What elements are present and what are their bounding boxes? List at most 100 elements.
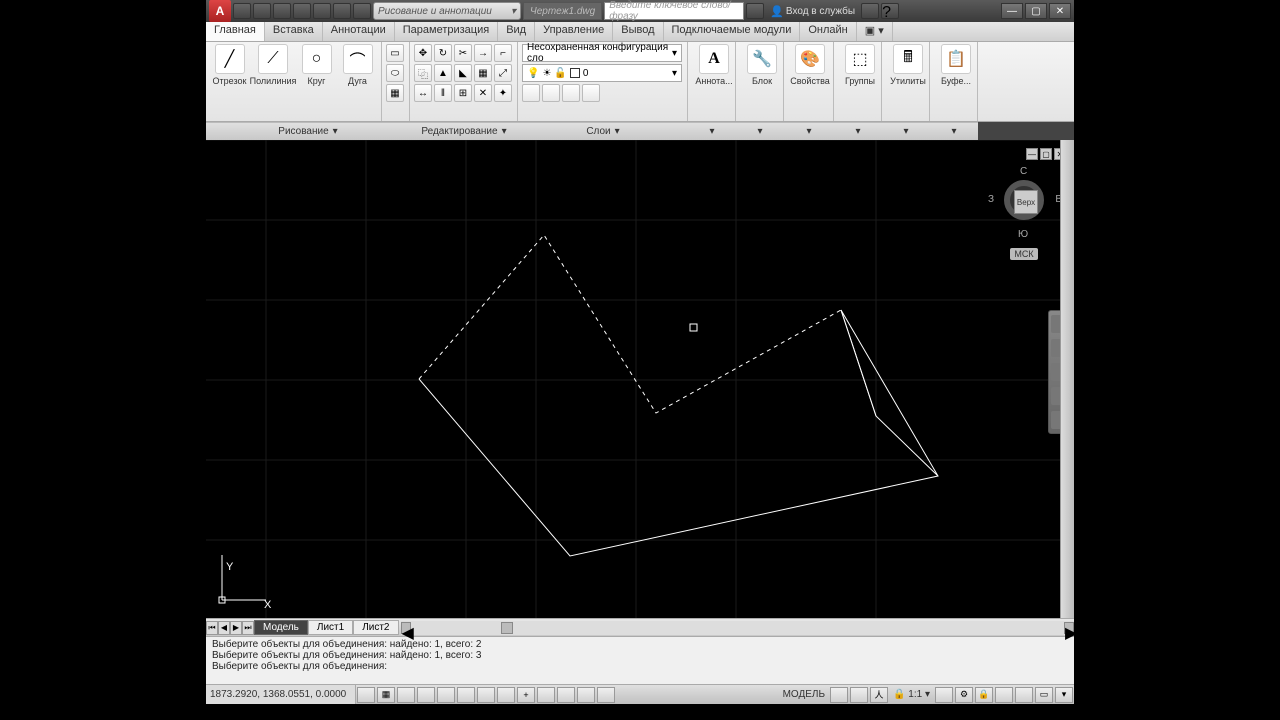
drawing-canvas[interactable]: Y X — ▢ ✕ Верх С З В Ю МСК [206,140,1074,618]
sb-polar-icon[interactable] [417,687,435,703]
minimize-button[interactable]: — [1001,3,1023,19]
tool-properties[interactable]: 🎨Свойства [788,44,832,86]
coordinates-display[interactable]: 1873.2920, 1368.0551, 0.0000 [206,685,356,704]
panel-title-properties[interactable]: ▾ [784,122,834,140]
tool-explode-icon[interactable]: ✦ [494,84,512,102]
panel-title-block[interactable]: ▾ [736,122,784,140]
tool-clipboard[interactable]: 📋Буфе... [934,44,978,86]
tool-extend-icon[interactable]: → [474,44,492,62]
sb-osnap-icon[interactable] [437,687,455,703]
tool-block[interactable]: 🔧Блок [740,44,784,86]
tool-polyline[interactable]: ⟋Полилиния [251,44,295,119]
sb-qp-icon[interactable] [577,687,595,703]
tool-rect-icon[interactable]: ▭ [386,44,404,62]
x-icon[interactable] [861,3,879,19]
model-space-button[interactable]: МОДЕЛЬ [779,689,829,700]
tab-insert[interactable]: Вставка [265,22,323,41]
tool-chamfer-icon[interactable]: ◣ [454,64,472,82]
sb-tpy-icon[interactable] [557,687,575,703]
sb-otrack-icon[interactable] [477,687,495,703]
sb-hw-icon[interactable] [995,687,1013,703]
sb-iso-icon[interactable] [1015,687,1033,703]
tab-online[interactable]: Онлайн [800,22,856,41]
tab-view[interactable]: Вид [498,22,535,41]
tool-array2-icon[interactable]: ⊞ [454,84,472,102]
sb-dyn-icon[interactable]: + [517,687,535,703]
sb-annoscale-icon[interactable]: 人 [870,687,888,703]
tool-groups[interactable]: ⬚Группы [838,44,882,86]
drawing-polyline[interactable] [419,310,938,556]
tab-expand[interactable]: ▣ ▾ [857,22,893,41]
maximize-button[interactable]: ▢ [1025,3,1047,19]
tool-text[interactable]: AАннота... [692,44,736,86]
qat-print-icon[interactable] [313,3,331,19]
sb-3dosnap-icon[interactable] [457,687,475,703]
exchange-icon[interactable] [746,3,764,19]
command-window[interactable]: Выберите объекты для объединения: найден… [206,636,1074,684]
viewcube[interactable]: Верх С З В Ю МСК [994,170,1054,250]
selected-polyline[interactable] [419,235,841,413]
layer-selector[interactable]: 💡☀🔓0▾ [522,64,682,82]
sheet2-tab[interactable]: Лист2 [353,620,398,635]
viewcube-south[interactable]: Ю [1018,229,1028,240]
search-input[interactable]: Введите ключевое слово/фразу [604,2,744,20]
tool-fillet-icon[interactable]: ⌐ [494,44,512,62]
panel-title-clipboard[interactable]: ▾ [930,122,978,140]
layer-tool2-icon[interactable] [542,84,560,102]
sb-lwt-icon[interactable] [537,687,555,703]
tool-trim-icon[interactable]: ✂ [454,44,472,62]
horizontal-scrollbar[interactable]: ◀ ▶ [401,621,1075,635]
tool-arc[interactable]: ⌒Дуга [338,44,377,119]
tool-circle[interactable]: ○Круг [297,44,336,119]
close-button[interactable]: ✕ [1049,3,1071,19]
tool-array-icon[interactable]: ▦ [474,64,492,82]
vertical-scrollbar[interactable] [1060,140,1074,618]
layer-tool1-icon[interactable] [522,84,540,102]
help-icon[interactable]: ? [881,3,899,19]
qat-new-icon[interactable] [233,3,251,19]
viewcube-face[interactable]: Верх [1014,190,1038,214]
document-tab[interactable]: Чертеж1.dwg [523,2,602,20]
tool-offset-icon[interactable]: ‖ [434,84,452,102]
tool-erase-icon[interactable]: ✕ [474,84,492,102]
sb-ducs-icon[interactable] [497,687,515,703]
tool-stretch-icon[interactable]: ↔ [414,84,432,102]
panel-title-groups[interactable]: ▾ [834,122,882,140]
ucs-label[interactable]: МСК [1010,248,1037,260]
layer-tool3-icon[interactable] [562,84,580,102]
qat-undo-icon[interactable] [333,3,351,19]
sb-quickview-icon[interactable] [850,687,868,703]
qat-saveas-icon[interactable] [293,3,311,19]
panel-title-layers[interactable]: Слои ▾ [518,122,688,140]
tool-utilities[interactable]: 🖩Утилиты [886,44,930,86]
sb-layout-icon[interactable] [830,687,848,703]
hscroll-left-icon[interactable]: ◀ [401,622,411,634]
sb-sc-icon[interactable] [597,687,615,703]
tab-last-icon[interactable]: ⏭ [242,621,254,635]
qat-save-icon[interactable] [273,3,291,19]
tab-annotate[interactable]: Аннотации [323,22,395,41]
tool-move-icon[interactable]: ✥ [414,44,432,62]
tool-copy-icon[interactable]: ⿻ [414,64,432,82]
panel-title-annotation[interactable]: ▾ [688,122,736,140]
sb-snap-icon[interactable] [357,687,375,703]
tab-manage[interactable]: Управление [535,22,613,41]
panel-title-draw[interactable]: Рисование ▾ [206,122,410,140]
tab-plugins[interactable]: Подключаемые модули [664,22,801,41]
tool-scale-icon[interactable]: ⤢ [494,64,512,82]
tab-home[interactable]: Главная [206,22,265,41]
tab-prev-icon[interactable]: ◀ [218,621,230,635]
qat-redo-icon[interactable] [353,3,371,19]
layer-state-selector[interactable]: Несохраненная конфигурация сло▾ [522,44,682,62]
tab-parametric[interactable]: Параметризация [395,22,498,41]
sb-annovis-icon[interactable] [935,687,953,703]
panel-title-utilities[interactable]: ▾ [882,122,930,140]
sb-ws-icon[interactable]: ⚙ [955,687,973,703]
sb-ortho-icon[interactable] [397,687,415,703]
sb-tray-icon[interactable]: ▾ [1055,687,1073,703]
scale-display[interactable]: 🔒 1:1 ▾ [889,689,934,700]
layer-tool4-icon[interactable] [582,84,600,102]
workspace-selector[interactable]: Рисование и аннотации ▾ [373,2,521,20]
model-tab[interactable]: Модель [254,620,308,635]
qat-open-icon[interactable] [253,3,271,19]
